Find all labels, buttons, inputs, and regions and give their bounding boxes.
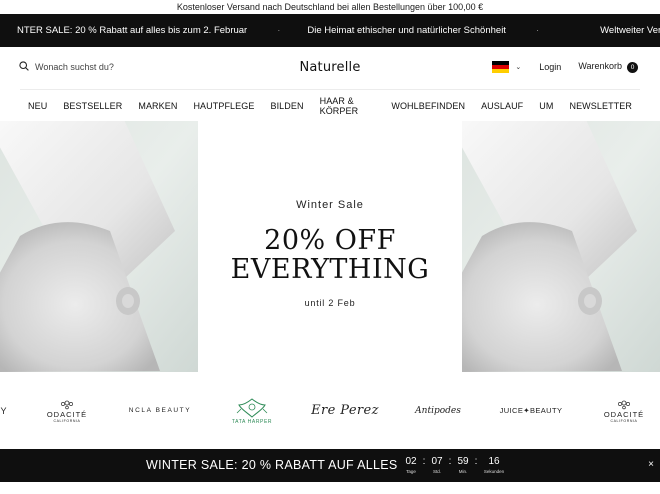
nav-item-neu[interactable]: NEU [28,101,47,111]
countdown-separator: : [474,456,478,467]
sale-subtitle: Winter Sale [296,199,364,211]
chevron-down-icon[interactable]: ⌄ [515,63,521,71]
site-header: Wonach suchst du? Naturelle ⌄ Login Ware… [0,47,660,89]
countdown-minutes-label: Min. [458,469,468,474]
countdown-seconds-value: 16 [488,456,500,467]
countdown-hours-value: 07 [431,456,443,467]
nav-item-auslauf[interactable]: AUSLAUF [481,101,523,111]
page-bottom-edge [0,482,660,494]
hero-banner[interactable]: Winter Sale 20% OFF EVERYTHING until 2 F… [0,121,660,372]
sale-headline-1: 20% OFF [264,225,396,256]
nav-item-wohlbefinden[interactable]: WOHLBEFINDEN [391,101,465,111]
promo-item-shipping[interactable]: Weltweiter Versand [600,25,660,36]
brand-logo-odacite[interactable]: ODACITÉ CALIFORNIA [42,372,92,449]
promo-item-ethical[interactable]: Die Heimat ethischer und natürlicher Sch… [307,25,506,36]
brand-carousel: Y ODACITÉ CALIFORNIA NCLA BEAUTY TATA HA… [0,372,660,449]
cart-label: Warenkorb [578,61,622,71]
shipping-announcement-text: Kostenloser Versand nach Deutschland bei… [176,2,484,12]
countdown-hours-label: Std. [432,469,441,474]
countdown-hours: 07 Std. [430,456,444,475]
nav-item-bestseller[interactable]: BESTSELLER [63,101,122,111]
promo-separator: · [535,25,540,36]
countdown-days: 02 Tage [404,456,418,475]
main-nav: NEU BESTSELLER MARKEN HAUTPFLEGE BILDEN … [20,89,640,121]
brand-logo-partial[interactable]: Y [0,372,8,449]
cart-link[interactable]: Warenkorb 0 [578,61,638,73]
countdown-timer: 02 Tage : 07 Std. : 59 Min. : 16 Sekunden [404,456,506,475]
germany-flag-icon[interactable] [492,61,510,73]
promo-item-sale[interactable]: NTER SALE: 20 % Rabatt auf alles bis zum… [17,25,247,36]
countdown-separator: : [422,456,426,467]
tata-harper-wordmark: TATA HARPER [231,418,273,425]
brand-logo-juice-beauty[interactable]: JUICE✦BEAUTY [497,372,565,449]
countdown-days-value: 02 [405,456,417,467]
nav-item-bilden[interactable]: BILDEN [270,101,303,111]
sale-headline-2: EVERYTHING [230,254,430,285]
shipping-announcement-bar: Kostenloser Versand nach Deutschland bei… [0,0,660,14]
countdown-days-label: Tage [406,469,416,474]
brand-logo-ere-perez[interactable]: Ere Perez [309,372,381,449]
tata-harper-crest-icon [236,397,268,418]
nav-item-hautpflege[interactable]: HAUTPFLEGE [193,101,254,111]
sale-card[interactable]: Winter Sale 20% OFF EVERYTHING until 2 F… [198,121,462,372]
countdown-seconds: 16 Sekunden [482,456,506,475]
header-actions: ⌄ Login Warenkorb 0 [492,61,638,73]
hero-product-image-right [462,121,660,372]
hero-product-image-left [0,121,198,372]
nav-item-um[interactable]: UM [539,101,553,111]
countdown-seconds-label: Sekunden [483,469,505,474]
brand-logo-ncla-beauty[interactable]: NCLA BEAUTY [126,372,194,449]
nav-item-haar-koerper[interactable]: HAAR & KÖRPER [320,96,376,116]
nav-item-newsletter[interactable]: NEWSLETTER [569,101,632,111]
sale-until: until 2 Feb [304,298,356,308]
brand-logo-antipodes[interactable]: Antipodes [405,372,471,449]
promo-marquee: NTER SALE: 20 % Rabatt auf alles bis zum… [0,14,660,47]
cart-count-badge: 0 [627,62,638,73]
odacite-subtext: CALIFORNIA [610,419,638,423]
close-icon[interactable]: × [648,459,654,470]
countdown-minutes-value: 59 [457,456,469,467]
brand-logo-tata-harper[interactable]: TATA HARPER [224,372,280,449]
promo-separator: · [277,25,281,36]
login-link[interactable]: Login [539,62,561,72]
odacite-subtext: CALIFORNIA [53,419,81,423]
countdown-title: WINTER SALE: 20 % RABATT AUF ALLES [146,458,398,472]
nav-item-marken[interactable]: MARKEN [138,101,177,111]
countdown-separator: : [448,456,452,467]
countdown-bar: WINTER SALE: 20 % RABATT AUF ALLES 02 Tag… [0,449,660,482]
odacite-wordmark: ODACITÉ [46,410,88,419]
odacite-wordmark: ODACITÉ [603,410,645,419]
brand-logo-odacite-2[interactable]: ODACITÉ CALIFORNIA [599,372,649,449]
countdown-minutes: 59 Min. [456,456,470,475]
odacite-flower-icon [61,400,73,410]
odacite-flower-icon [618,400,630,410]
